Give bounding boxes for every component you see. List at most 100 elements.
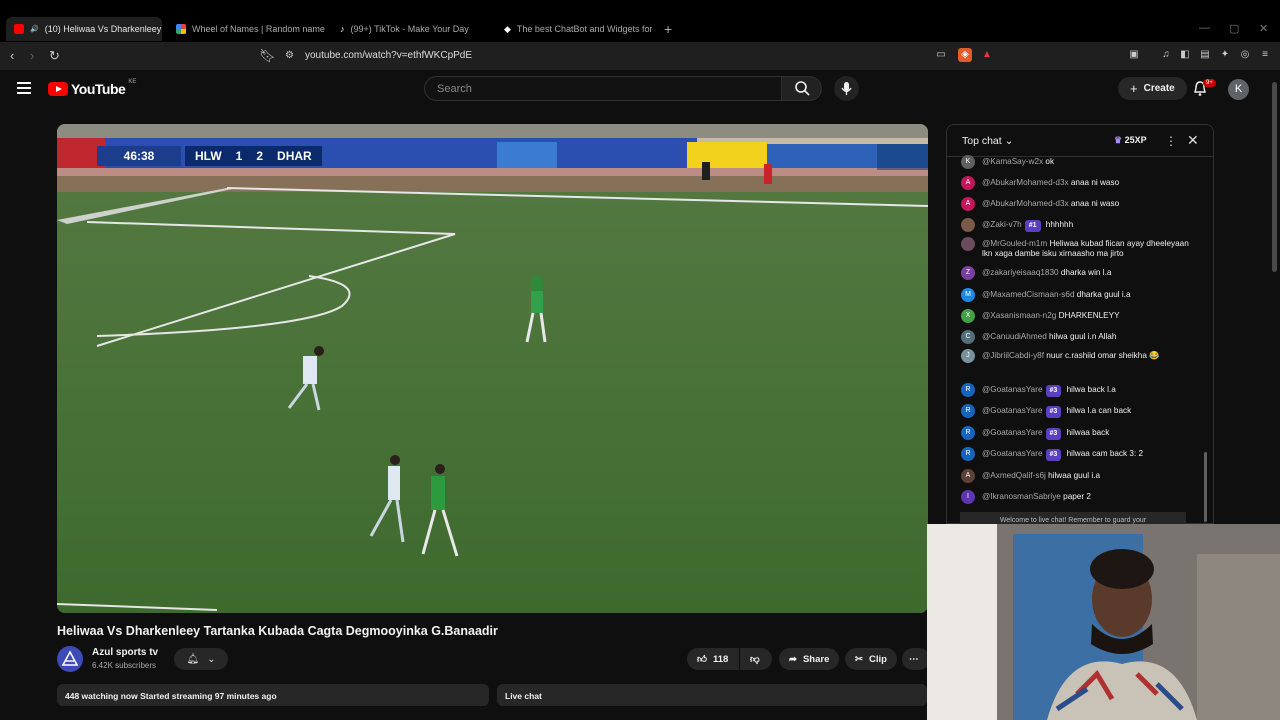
chat-message[interactable]: R @GoatanasYare #3 hilwa back l.a <box>961 383 1191 397</box>
chat-author-name[interactable]: @IkranosmanSabriye <box>982 492 1061 501</box>
chat-author-avatar[interactable]: I <box>961 490 975 504</box>
chat-mode-label: Top chat <box>962 135 1002 147</box>
wallet-icon[interactable]: ▤ <box>1198 48 1212 62</box>
account-avatar[interactable]: K <box>1228 79 1249 100</box>
notification-settings-button[interactable]: 🔔︎ ⌄ <box>174 648 228 670</box>
share-button[interactable]: ➦ Share <box>779 648 840 670</box>
window-close-icon[interactable]: ✕ <box>1259 22 1268 35</box>
like-button[interactable]: 👍︎ 118 <box>687 648 739 670</box>
chat-author-avatar[interactable]: R <box>961 383 975 397</box>
chat-author-avatar[interactable]: M <box>961 288 975 302</box>
chat-author-avatar[interactable]: A <box>961 197 975 211</box>
chat-message[interactable]: A @AxmedQalif-s6j hilwaa guul i.a <box>961 469 1191 483</box>
channel-avatar[interactable] <box>57 646 83 672</box>
chat-author-name[interactable]: @MaxamedCismaan-s6d <box>982 290 1075 299</box>
browser-menu-icon[interactable]: ≡ <box>1258 48 1272 62</box>
rewards-icon[interactable]: ▲ <box>980 48 994 62</box>
chat-message[interactable]: A @AbukarMohamed-d3x anaa ni waso <box>961 176 1191 190</box>
chat-author-name[interactable]: @CanuudiAhmed <box>982 332 1047 341</box>
chat-author-avatar[interactable]: R <box>961 404 975 418</box>
chat-author-avatar[interactable] <box>961 237 975 251</box>
chat-message[interactable]: A @AbukarMohamed-d3x anaa ni waso <box>961 197 1191 211</box>
maximize-icon[interactable]: ▢ <box>1229 22 1239 35</box>
extensions-icon[interactable]: ✦ <box>1218 48 1232 62</box>
address-toolbar: ‹ › ↻ 🔖︎ ⚙ youtube.com/watch?v=ethfWKCpP… <box>0 42 1280 70</box>
chat-author-avatar[interactable]: R <box>961 426 975 440</box>
chat-message[interactable]: M @MaxamedCismaan-s6d dharka guul i.a <box>961 288 1191 302</box>
chat-message[interactable]: @Zaki-v7h #1 hhhhhh <box>961 218 1191 232</box>
dislike-button[interactable]: 👎︎ <box>740 648 772 670</box>
url-text[interactable]: youtube.com/watch?v=ethfWKCpPdE <box>305 50 472 61</box>
chat-author-name[interactable]: @AxmedQalif-s6j <box>982 471 1046 480</box>
chat-scrollbar[interactable] <box>1204 452 1207 522</box>
media-icon[interactable]: ♫ <box>1159 48 1173 62</box>
chat-mode-dropdown[interactable]: Top chat ⌄ <box>962 135 1013 147</box>
search-button[interactable] <box>781 76 822 101</box>
xp-indicator[interactable]: ♛ 25XP <box>1114 135 1147 146</box>
chat-message[interactable]: C @CanuudiAhmed hilwa guul i.n Allah <box>961 330 1191 344</box>
chat-author-avatar[interactable]: X <box>961 309 975 323</box>
chat-author-name[interactable]: @GoatanasYare <box>982 428 1043 437</box>
reload-icon[interactable]: ↻ <box>49 48 60 64</box>
close-chat-icon[interactable]: ✕ <box>1187 132 1199 149</box>
chat-message[interactable]: @MrGouled-m1m Heliwaa kubad fiican ayay … <box>961 237 1191 259</box>
chat-author-avatar[interactable]: C <box>961 330 975 344</box>
chat-author-avatar[interactable]: Z <box>961 266 975 280</box>
description-box[interactable]: 448 watching now Started streaming 97 mi… <box>57 684 489 706</box>
voice-search-button[interactable] <box>834 76 859 101</box>
more-actions-button[interactable]: ⋯ <box>902 648 930 670</box>
chat-author-name[interactable]: @Xasanismaan-n2g <box>982 311 1056 320</box>
create-button[interactable]: + Create <box>1118 77 1187 100</box>
tab-wheel-of-names[interactable]: Wheel of Names | Random name picker <box>168 17 326 41</box>
video-player[interactable] <box>57 124 928 613</box>
chat-author-name[interactable]: @MrGouled-m1m <box>982 239 1047 248</box>
guide-menu-icon[interactable] <box>17 82 31 97</box>
chat-author-avatar[interactable]: A <box>961 176 975 190</box>
chat-author-name[interactable]: @zakariyeisaaq1830 <box>982 268 1059 277</box>
chat-menu-icon[interactable]: ⋮ <box>1165 134 1177 148</box>
chat-author-name[interactable]: @AbukarMohamed-d3x <box>982 199 1069 208</box>
chat-message[interactable]: K @KamaSay-w2x ok <box>961 155 1191 169</box>
chat-author-avatar[interactable]: R <box>961 447 975 461</box>
chat-author-name[interactable]: @AbukarMohamed-d3x <box>982 178 1069 187</box>
chat-author-avatar[interactable]: K <box>961 155 975 169</box>
new-tab-icon[interactable]: + <box>664 21 672 37</box>
tab-chatbot[interactable]: ◆ The best ChatBot and Widgets for Kick <box>496 17 652 41</box>
minimize-icon[interactable]: — <box>1199 22 1210 34</box>
clip-button[interactable]: ✂ Clip <box>845 648 897 670</box>
chat-author-name[interactable]: @KamaSay-w2x <box>982 157 1043 166</box>
chat-author-name[interactable]: @Zaki-v7h <box>982 220 1022 229</box>
page-scrollbar[interactable] <box>1272 82 1277 272</box>
live-chat-toggle[interactable]: Live chat <box>497 684 927 706</box>
youtube-logo[interactable]: YouTube KE <box>48 79 136 97</box>
chat-author-name[interactable]: @GoatanasYare <box>982 406 1043 415</box>
back-icon[interactable]: ‹ <box>10 48 14 63</box>
bookmark-icon[interactable]: 🔖︎ <box>259 48 276 64</box>
chat-message[interactable]: R @GoatanasYare #3 hilwaa cam back 3: 2 <box>961 447 1191 461</box>
channel-name[interactable]: Azul sports tv <box>92 647 158 658</box>
site-info-icon[interactable]: ⚙ <box>285 50 294 61</box>
chat-author-name[interactable]: @GoatanasYare <box>982 449 1043 458</box>
chat-message[interactable]: I @IkranosmanSabriye paper 2 <box>961 490 1191 504</box>
forward-icon[interactable]: › <box>30 48 34 63</box>
chat-message[interactable]: J @JibriilCabdi-y8f nuur c.rashiid omar s… <box>961 349 1191 363</box>
chat-author-avatar[interactable]: A <box>961 469 975 483</box>
chat-message[interactable]: Z @zakariyeisaaq1830 dharka win l.a <box>961 266 1191 280</box>
chat-author-avatar[interactable] <box>961 218 975 232</box>
brave-shield-icon[interactable]: ◈ <box>958 48 972 62</box>
tab-tiktok[interactable]: ♪ (99+) TikTok - Make Your Day <box>332 17 492 41</box>
chat-author-name[interactable]: @JibriilCabdi-y8f <box>982 351 1044 360</box>
chat-message[interactable]: X @Xasanismaan-n2g DHARKENLEYY <box>961 309 1191 323</box>
chat-message[interactable]: R @GoatanasYare #3 hilwaa back <box>961 426 1191 440</box>
search-input[interactable] <box>425 77 781 100</box>
reading-list-icon[interactable]: ◧ <box>1178 48 1192 62</box>
chat-message-body: @zakariyeisaaq1830 dharka win l.a <box>982 266 1111 278</box>
sidebar-icon[interactable]: ▣ <box>1127 48 1141 62</box>
cast-icon[interactable]: ▭ <box>934 48 948 62</box>
chat-author-name[interactable]: @GoatanasYare <box>982 385 1043 394</box>
chat-author-avatar[interactable]: J <box>961 349 975 363</box>
tab-youtube[interactable]: 🔊 (10) Heliwaa Vs Dharkenleey ✕ <box>6 17 162 41</box>
chat-message-text: dharka guul i.a <box>1076 290 1131 299</box>
chat-message[interactable]: R @GoatanasYare #3 hilwa l.a can back <box>961 404 1191 418</box>
vpn-icon[interactable]: ◎ <box>1238 48 1252 62</box>
